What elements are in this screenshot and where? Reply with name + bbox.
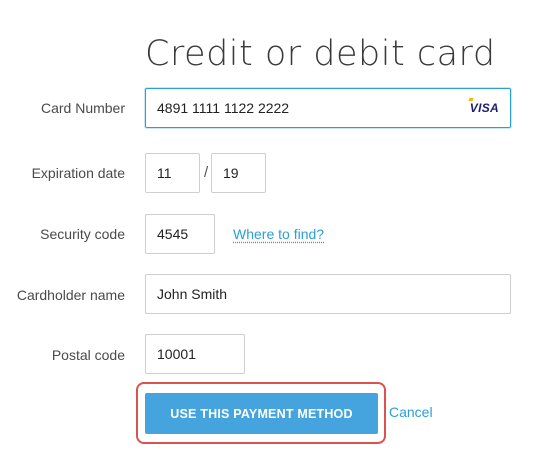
- page-title: Credit or debit card: [145, 34, 496, 74]
- cardholder-name-label: Cardholder name: [16, 287, 125, 303]
- security-code-value: 4545: [157, 226, 189, 242]
- visa-card-icon: VISA: [469, 101, 499, 115]
- expiration-year-value: 19: [223, 165, 239, 181]
- expiration-month-field[interactable]: 11: [145, 153, 200, 193]
- expiration-separator: /: [204, 164, 209, 181]
- card-number-value: 4891 1111 1122 2222: [157, 100, 290, 116]
- expiration-label: Expiration date: [31, 165, 125, 181]
- security-code-field[interactable]: 4545: [145, 214, 215, 254]
- postal-code-label: Postal code: [51, 347, 125, 363]
- security-code-label: Security code: [40, 226, 125, 242]
- card-number-label: Card Number: [40, 100, 125, 116]
- expiration-month-value: 11: [157, 165, 172, 181]
- postal-code-value: 10001: [157, 346, 196, 362]
- where-to-find-link[interactable]: Where to find?: [233, 226, 324, 242]
- cancel-link[interactable]: Cancel: [389, 404, 433, 420]
- expiration-year-field[interactable]: 19: [211, 153, 266, 193]
- postal-code-field[interactable]: 10001: [145, 334, 245, 374]
- use-payment-method-button[interactable]: USE THIS PAYMENT METHOD: [145, 393, 378, 434]
- card-number-field[interactable]: 4891 1111 1122 2222 VISA: [145, 88, 511, 128]
- cardholder-name-value: John Smith: [157, 286, 228, 302]
- cardholder-name-field[interactable]: John Smith: [145, 274, 511, 314]
